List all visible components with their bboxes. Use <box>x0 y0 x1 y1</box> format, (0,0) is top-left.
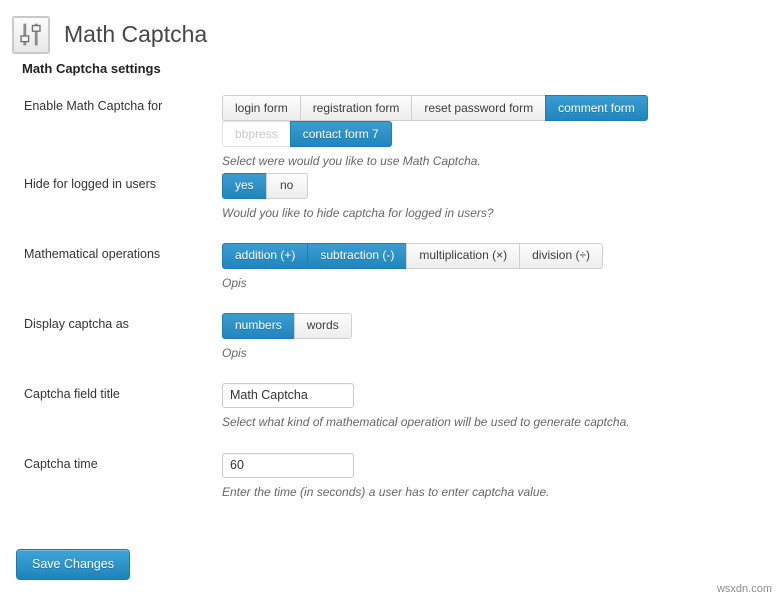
toggle-option-comment-form[interactable]: comment form <box>545 95 648 121</box>
save-bar: Save Changes <box>16 549 131 580</box>
toggle-option-no[interactable]: no <box>265 172 308 199</box>
row-description: Select what kind of mathematical operati… <box>222 414 630 429</box>
toggle-option-multiplication[interactable]: multiplication (×) <box>406 242 520 269</box>
buttonset-display-captcha-as[interactable]: numbers words <box>222 312 780 339</box>
toggle-option-words[interactable]: words <box>293 312 352 339</box>
buttonset-enable-math-captcha[interactable]: login form registration form reset passw… <box>222 95 663 147</box>
form-row-mathematical-operations: Mathematical operations addition (+) sub… <box>0 240 780 310</box>
row-label: Captcha time <box>24 456 98 471</box>
form-row-enable-math-captcha: Enable Math Captcha for login form regis… <box>0 92 780 170</box>
row-description: Opis <box>222 345 247 360</box>
row-field: Select what kind of mathematical operati… <box>222 380 780 431</box>
toggle-option-numbers[interactable]: numbers <box>222 312 294 339</box>
row-label: Hide for logged in users <box>24 176 157 191</box>
page-header: Math Captcha <box>12 8 207 62</box>
row-label: Mathematical operations <box>24 246 161 261</box>
save-changes-button[interactable]: Save Changes <box>16 549 131 580</box>
captcha-time-input[interactable] <box>222 452 354 478</box>
buttonset-row: login form registration form reset passw… <box>222 95 648 121</box>
form-row-display-captcha-as: Display captcha as numbers words Opis <box>0 310 780 380</box>
row-field: login form registration form reset passw… <box>222 92 780 170</box>
section-heading: Math Captcha settings <box>22 61 161 76</box>
toggle-option-reset-password-form[interactable]: reset password form <box>411 95 546 121</box>
page-title: Math Captcha <box>64 21 208 48</box>
form-row-captcha-time: Captcha time Enter the time (in seconds)… <box>0 450 780 510</box>
toggle-option-contact-form-7[interactable]: contact form 7 <box>289 121 392 147</box>
row-field: numbers words Opis <box>222 310 780 362</box>
form-row-hide-logged-in: Hide for logged in users yes no Would yo… <box>0 170 780 240</box>
toggle-option-login-form[interactable]: login form <box>222 95 300 121</box>
toggle-option-bbpress: bbpress <box>222 121 290 147</box>
row-label: Enable Math Captcha for <box>24 99 163 113</box>
row-description: Enter the time (in seconds) a user has t… <box>222 484 550 499</box>
toggle-option-registration-form[interactable]: registration form <box>299 95 412 121</box>
buttonset-row: addition (+) subtraction (-) multiplicat… <box>222 242 604 269</box>
captcha-field-title-input[interactable] <box>222 382 354 408</box>
toggle-option-subtraction[interactable]: subtraction (-) <box>307 242 407 269</box>
settings-form: Enable Math Captcha for login form regis… <box>0 92 780 510</box>
row-description: Opis <box>222 275 247 290</box>
buttonset-mathematical-operations[interactable]: addition (+) subtraction (-) multiplicat… <box>222 242 780 269</box>
watermark: wsxdn.com <box>716 583 772 595</box>
toggle-option-yes[interactable]: yes <box>222 172 266 199</box>
row-field: yes no Would you like to hide captcha fo… <box>222 170 780 222</box>
buttonset-hide-logged-in[interactable]: yes no <box>222 172 780 199</box>
row-label: Captcha field title <box>24 386 120 401</box>
buttonset-row: bbpress contact form 7 <box>222 121 392 147</box>
row-description: Would you like to hide captcha for logge… <box>222 205 494 220</box>
buttonset-row: numbers words <box>222 312 352 339</box>
row-description: Select were would you like to use Math C… <box>222 154 481 168</box>
toggle-option-division[interactable]: division (÷) <box>519 242 604 269</box>
row-field: addition (+) subtraction (-) multiplicat… <box>222 240 780 292</box>
row-field: Enter the time (in seconds) a user has t… <box>222 450 780 501</box>
buttonset-row: yes no <box>222 172 308 199</box>
toggle-option-addition[interactable]: addition (+) <box>222 242 308 269</box>
row-label: Display captcha as <box>24 316 129 331</box>
form-row-captcha-field-title: Captcha field title Select what kind of … <box>0 380 780 450</box>
sliders-settings-icon <box>12 15 50 54</box>
